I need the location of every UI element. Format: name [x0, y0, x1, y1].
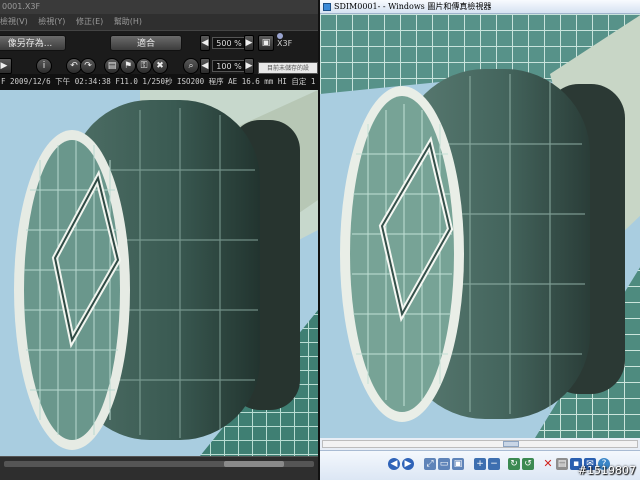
layer-icon[interactable]: ▣ — [258, 35, 274, 51]
exif-info-line: F 2009/12/6 下午 02:34:38 F11.0 1/250秒 ISO… — [0, 74, 318, 90]
best-fit-icon[interactable]: ⤢ — [424, 458, 436, 470]
delete-icon[interactable]: ✖ — [152, 58, 168, 74]
fit-button[interactable]: 適合 — [110, 35, 182, 51]
window-title: SDIM0001- - Windows 圖片和傳真檢視器 — [320, 0, 640, 14]
rotate-counterclockwise-icon[interactable]: ↺ — [522, 458, 534, 470]
image-canvas-left[interactable] — [0, 90, 318, 456]
menu-item-view2[interactable]: 檢視(Y) — [38, 17, 65, 26]
zoom-next-icon[interactable]: ▶ — [244, 35, 254, 51]
next-image-icon[interactable]: ▶ — [402, 458, 414, 470]
menu-item-help[interactable]: 幫助(H) — [114, 17, 142, 26]
print-icon[interactable]: ▤ — [556, 458, 568, 470]
tooltip-field: 目前未儲存的設 — [258, 62, 318, 74]
zoom-field[interactable]: 500 % — [212, 37, 246, 49]
zoom2-prev-icon[interactable]: ◀ — [200, 58, 210, 74]
format-label: X3F — [277, 39, 293, 48]
menu-bar: 檢視(V) 檢視(Y) 修正(E) 幫助(H) — [0, 14, 318, 30]
zoom-in-icon[interactable]: + — [474, 458, 486, 470]
key-icon[interactable]: ⚿ — [136, 58, 152, 74]
rotate-clockwise-icon[interactable]: ↻ — [508, 458, 520, 470]
toolbar-top: 像另存為... 適合 ◀ 500 % ▶ ▣ X3F — [0, 30, 318, 56]
rotate-right-icon[interactable]: ↷ — [80, 58, 96, 74]
format-indicator-icon — [277, 33, 283, 39]
previous-image-icon[interactable]: ◀ — [388, 458, 400, 470]
prev-image-icon[interactable]: ▶ — [0, 58, 12, 74]
status-bar-left — [0, 456, 318, 480]
zoom-field-2[interactable]: 100 % — [212, 60, 246, 72]
windows-picture-viewer: SDIM0001- - Windows 圖片和傳真檢視器 ◀ ▶ ⤢ ▭ ▣ +… — [318, 0, 640, 480]
building-photo-right — [320, 14, 640, 438]
save-as-button[interactable]: 像另存為... — [0, 35, 66, 51]
zoom-prev-icon[interactable]: ◀ — [200, 35, 210, 51]
magnifier-icon[interactable]: ⌕ — [183, 58, 199, 74]
watermark: #1519807 — [577, 464, 636, 477]
print-icon[interactable]: ▤ — [104, 58, 120, 74]
horizontal-scrollbar-right[interactable] — [322, 440, 638, 448]
scroll-thumb-right[interactable] — [503, 441, 519, 447]
slideshow-icon[interactable]: ▣ — [452, 458, 464, 470]
x3f-viewer-window: 0001.X3F 檢視(V) 檢視(Y) 修正(E) 幫助(H) 像另存為...… — [0, 0, 318, 480]
delete-icon[interactable]: ✕ — [542, 458, 554, 470]
image-canvas-right[interactable] — [320, 14, 640, 438]
window-title: 0001.X3F — [0, 0, 318, 14]
actual-size-icon[interactable]: ▭ — [438, 458, 450, 470]
info-icon[interactable]: i — [36, 58, 52, 74]
zoom-out-icon[interactable]: − — [488, 458, 500, 470]
zoom2-next-icon[interactable]: ▶ — [244, 58, 254, 74]
window-title-text: SDIM0001- - Windows 圖片和傳真檢視器 — [334, 2, 492, 11]
menu-item-edit[interactable]: 修正(E) — [76, 17, 103, 26]
flag-icon[interactable]: ⚑ — [120, 58, 136, 74]
menu-item-view[interactable]: 檢視(V) — [0, 17, 28, 26]
scroll-thumb-left[interactable] — [224, 461, 284, 467]
building-photo-left — [0, 90, 318, 456]
app-icon — [323, 3, 331, 11]
horizontal-scrollbar-left[interactable] — [4, 461, 314, 467]
